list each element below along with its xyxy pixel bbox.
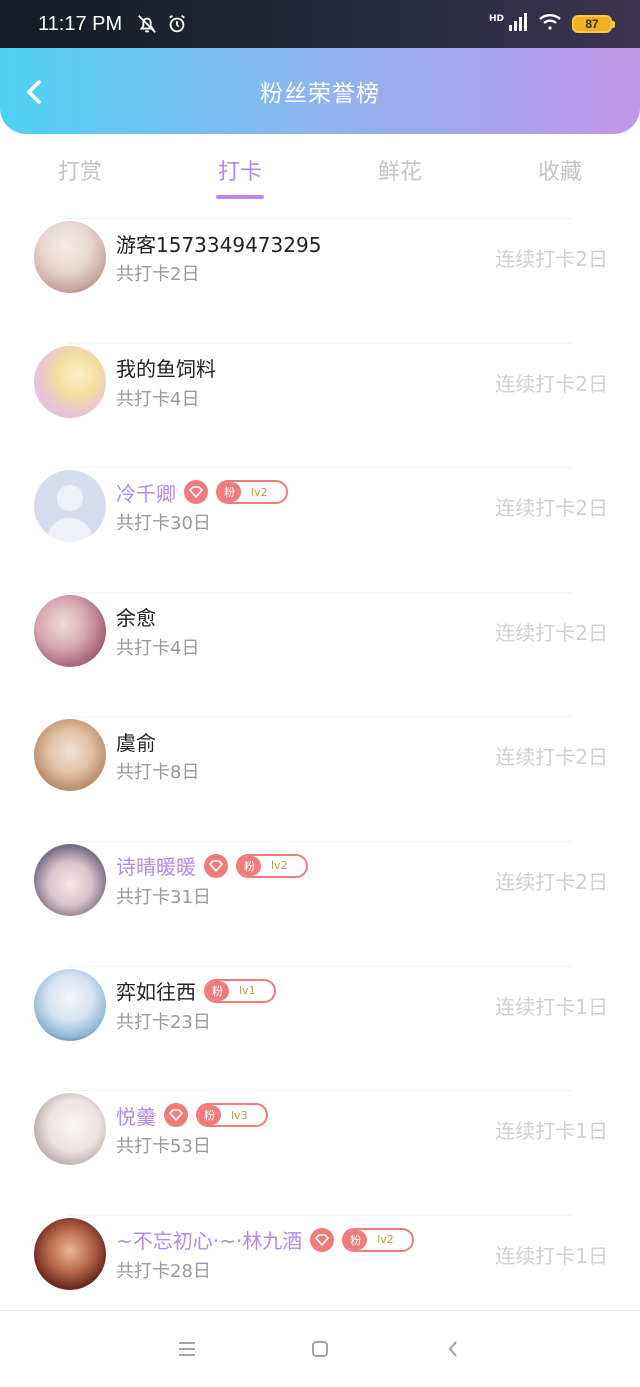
avatar[interactable] — [34, 719, 106, 792]
fan-level-badge: 粉 lv2 — [236, 853, 308, 878]
list-item[interactable]: 弈如往西 粉 lv1 共打卡23日 连续打卡1日 — [34, 965, 608, 1091]
default-avatar-icon — [46, 485, 94, 543]
menu-button[interactable] — [167, 1329, 207, 1369]
tab-reward[interactable]: 打赏 — [0, 134, 160, 210]
avatar[interactable] — [34, 594, 106, 667]
fan-name: 悦羹 — [116, 1104, 156, 1129]
total-checkin: 共打卡4日 — [116, 388, 200, 410]
avatar[interactable] — [34, 843, 106, 916]
network-type-label: HD — [488, 14, 504, 24]
list-item[interactable]: 余愈 共打卡4日 连续打卡2日 — [34, 591, 608, 717]
wifi-icon — [538, 13, 562, 35]
total-checkin: 共打卡28日 — [116, 1260, 211, 1282]
streak-checkin: 连续打卡2日 — [495, 745, 608, 770]
diamond-icon — [310, 1227, 335, 1252]
total-checkin: 共打卡8日 — [116, 762, 200, 784]
diamond-icon — [204, 853, 228, 878]
menu-icon — [178, 1342, 195, 1356]
total-checkin: 共打卡23日 — [116, 1011, 211, 1033]
total-checkin: 共打卡30日 — [116, 513, 211, 535]
home-icon — [312, 1341, 328, 1357]
chevron-left-icon — [449, 1341, 457, 1357]
list-item[interactable]: 游客1573349473295 共打卡2日 连续打卡2日 — [34, 218, 608, 343]
fan-name: 游客1573349473295 — [116, 232, 322, 257]
streak-checkin: 连续打卡1日 — [495, 994, 608, 1019]
mute-icon — [136, 13, 158, 35]
fan-name: 冷千卿 — [116, 481, 176, 506]
alarm-icon — [166, 13, 188, 35]
fan-name: ~不忘初心·~·林九酒 — [116, 1229, 303, 1254]
fan-name: 虞俞 — [116, 730, 156, 755]
list-item[interactable]: 冷千卿 粉 lv2 共打卡30日 连续打卡2日 — [34, 467, 608, 592]
streak-checkin: 连续打卡2日 — [495, 371, 608, 396]
total-checkin: 共打卡2日 — [116, 264, 200, 285]
total-checkin: 共打卡53日 — [116, 1136, 211, 1158]
list-item[interactable]: 虞俞 共打卡8日 连续打卡2日 — [34, 716, 608, 841]
fan-level-badge: 粉 lv2 — [216, 480, 288, 505]
tab-bar: 打赏 打卡 鲜花 收藏 — [0, 134, 640, 210]
chevron-left-icon — [27, 80, 41, 104]
page-title: 粉丝荣誉榜 — [260, 81, 380, 107]
streak-checkin: 连续打卡1日 — [495, 1243, 608, 1268]
system-back-button[interactable] — [433, 1329, 473, 1369]
avatar[interactable] — [34, 221, 106, 293]
tab-flowers[interactable]: 鲜花 — [320, 134, 480, 210]
fan-name: 弈如往西 — [116, 980, 196, 1005]
avatar[interactable] — [34, 470, 106, 543]
fan-name: 我的鱼饲料 — [116, 357, 216, 382]
fan-list: 游客1573349473295 共打卡2日 连续打卡2日 我的鱼饲料 共打卡4日… — [0, 218, 640, 1339]
fan-level-badge: 粉 lv3 — [196, 1103, 268, 1128]
fan-level-badge: 粉 lv2 — [342, 1227, 415, 1252]
app-header: 粉丝荣誉榜 — [0, 48, 640, 134]
back-button[interactable] — [18, 72, 50, 112]
streak-checkin: 连续打卡2日 — [495, 496, 608, 521]
diamond-icon — [184, 480, 208, 505]
status-time: 11:17 PM — [38, 12, 123, 35]
tab-favorites[interactable]: 收藏 — [480, 134, 640, 210]
streak-checkin: 连续打卡1日 — [495, 1119, 608, 1144]
avatar[interactable] — [34, 345, 106, 418]
streak-checkin: 连续打卡2日 — [495, 869, 608, 894]
avatar[interactable] — [34, 968, 106, 1041]
system-nav-bar — [0, 1310, 640, 1387]
avatar[interactable] — [34, 1093, 106, 1166]
list-item[interactable]: 诗晴暖暖 粉 lv2 共打卡31日 连续打卡2日 — [34, 840, 608, 966]
status-bar: 11:17 PM HD 87 — [0, 0, 640, 48]
fan-level-badge: 粉 lv1 — [204, 978, 276, 1003]
streak-checkin: 连续打卡2日 — [495, 247, 608, 271]
streak-checkin: 连续打卡2日 — [495, 620, 608, 645]
fan-name: 余愈 — [116, 606, 156, 631]
total-checkin: 共打卡4日 — [116, 637, 200, 659]
battery-indicator: 87 — [572, 15, 615, 33]
tab-checkin[interactable]: 打卡 — [160, 134, 320, 210]
diamond-icon — [164, 1103, 188, 1128]
list-item[interactable]: 我的鱼饲料 共打卡4日 连续打卡2日 — [34, 342, 608, 468]
home-button[interactable] — [300, 1329, 340, 1369]
fan-name: 诗晴暖暖 — [116, 855, 196, 880]
avatar[interactable] — [34, 1217, 106, 1290]
total-checkin: 共打卡31日 — [116, 886, 211, 908]
list-item[interactable]: 悦羹 粉 lv3 共打卡53日 连续打卡1日 — [34, 1090, 608, 1215]
signal-icon — [508, 13, 528, 35]
